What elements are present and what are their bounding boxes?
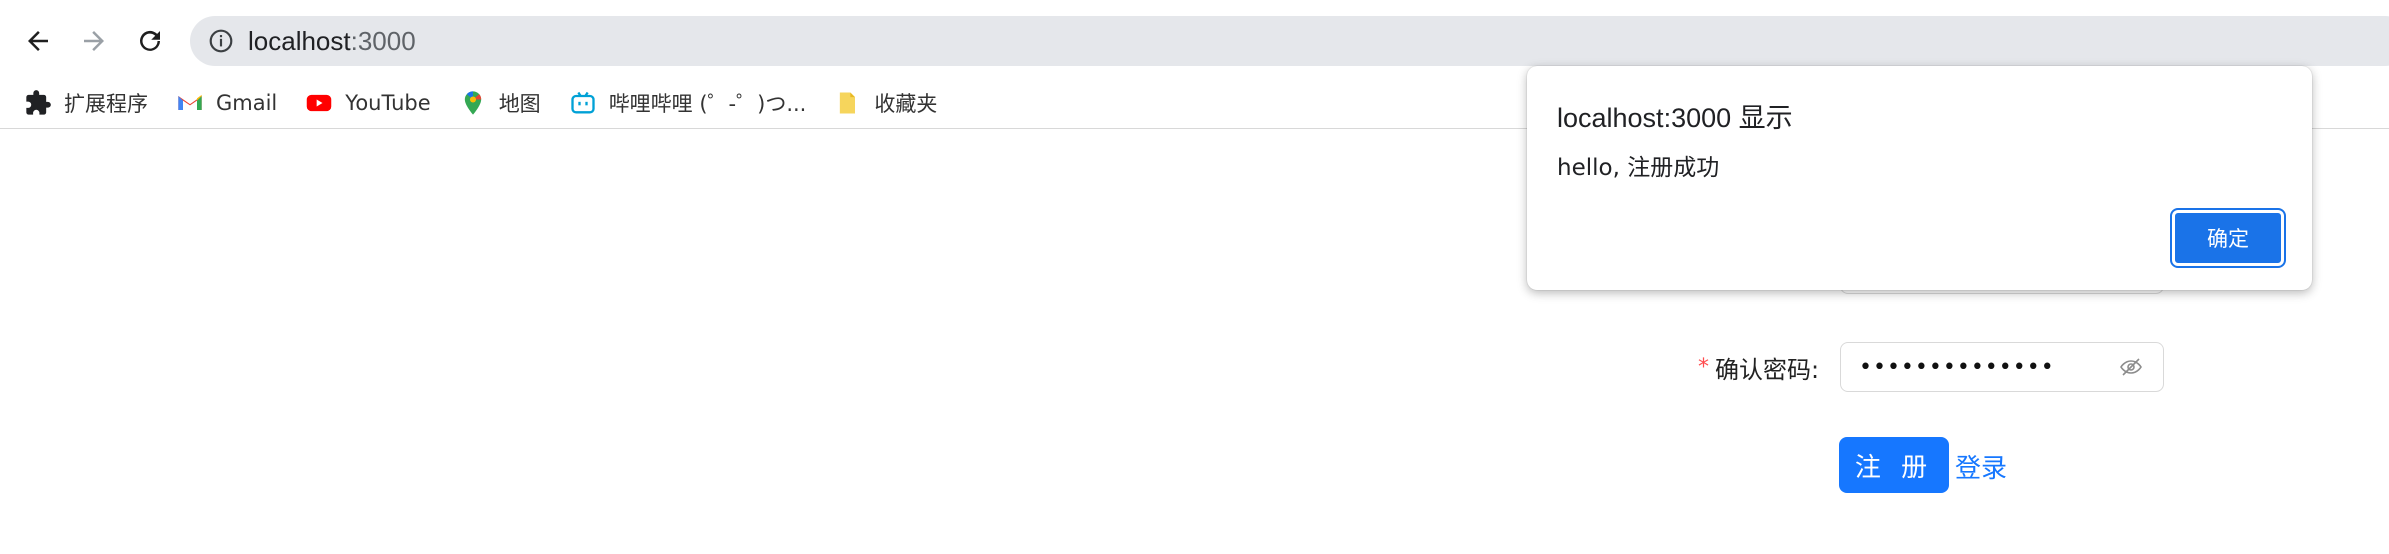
folder-icon [834, 89, 862, 117]
bookmark-maps[interactable]: 地图 [451, 83, 549, 123]
reload-icon [140, 30, 160, 51]
maps-pin-icon [459, 89, 487, 117]
info-circle-icon[interactable] [208, 28, 234, 54]
bookmark-gmail[interactable]: Gmail [168, 83, 285, 123]
arrow-left-icon [28, 31, 48, 51]
confirm-password-label-row: * 确认密码: [1698, 350, 1819, 385]
gmail-icon [176, 89, 204, 117]
ok-button[interactable]: 确定 [2170, 208, 2286, 268]
back-button[interactable] [14, 17, 62, 65]
required-mark: * [1698, 355, 1709, 380]
bookmark-label: 哔哩哔哩 (゜-゜)つ... [608, 92, 807, 116]
youtube-icon [305, 89, 333, 117]
bookmark-label: 扩展程序 [64, 92, 148, 116]
url-host: localhost [248, 25, 351, 56]
login-link[interactable]: 登录 [1955, 448, 2007, 485]
url-text: localhost:3000 [248, 26, 416, 57]
confirm-password-input[interactable]: •••••••••••••• [1840, 342, 2164, 392]
confirm-password-label: 确认密码: [1715, 356, 1820, 384]
bookmark-label: 收藏夹 [874, 92, 938, 116]
bookmark-youtube[interactable]: YouTube [297, 83, 438, 123]
bookmark-extensions[interactable]: 扩展程序 [16, 83, 156, 123]
forward-button[interactable] [70, 17, 118, 65]
dialog-title: localhost:3000 显示 [1557, 103, 1793, 133]
bookmark-label: Gmail [216, 91, 278, 115]
dialog-message: hello, 注册成功 [1557, 155, 1720, 181]
address-bar[interactable]: localhost:3000 [190, 16, 2389, 66]
bookmark-favorites-folder[interactable]: 收藏夹 [826, 83, 945, 123]
url-port: :3000 [350, 25, 416, 56]
bookmark-label: 地图 [498, 92, 541, 116]
arrow-right-icon [84, 31, 104, 51]
register-button[interactable]: 注 册 [1839, 437, 1949, 493]
eye-off-icon[interactable] [2117, 353, 2145, 381]
alert-dialog: localhost:3000 显示 hello, 注册成功 确定 [1527, 66, 2312, 290]
bookmark-label: YouTube [345, 91, 431, 115]
bilibili-icon [569, 89, 597, 117]
puzzle-icon [24, 89, 52, 117]
reload-button[interactable] [126, 17, 174, 65]
bookmark-bilibili[interactable]: 哔哩哔哩 (゜-゜)つ... [561, 83, 815, 123]
confirm-password-value: •••••••••••••• [1859, 354, 2055, 380]
